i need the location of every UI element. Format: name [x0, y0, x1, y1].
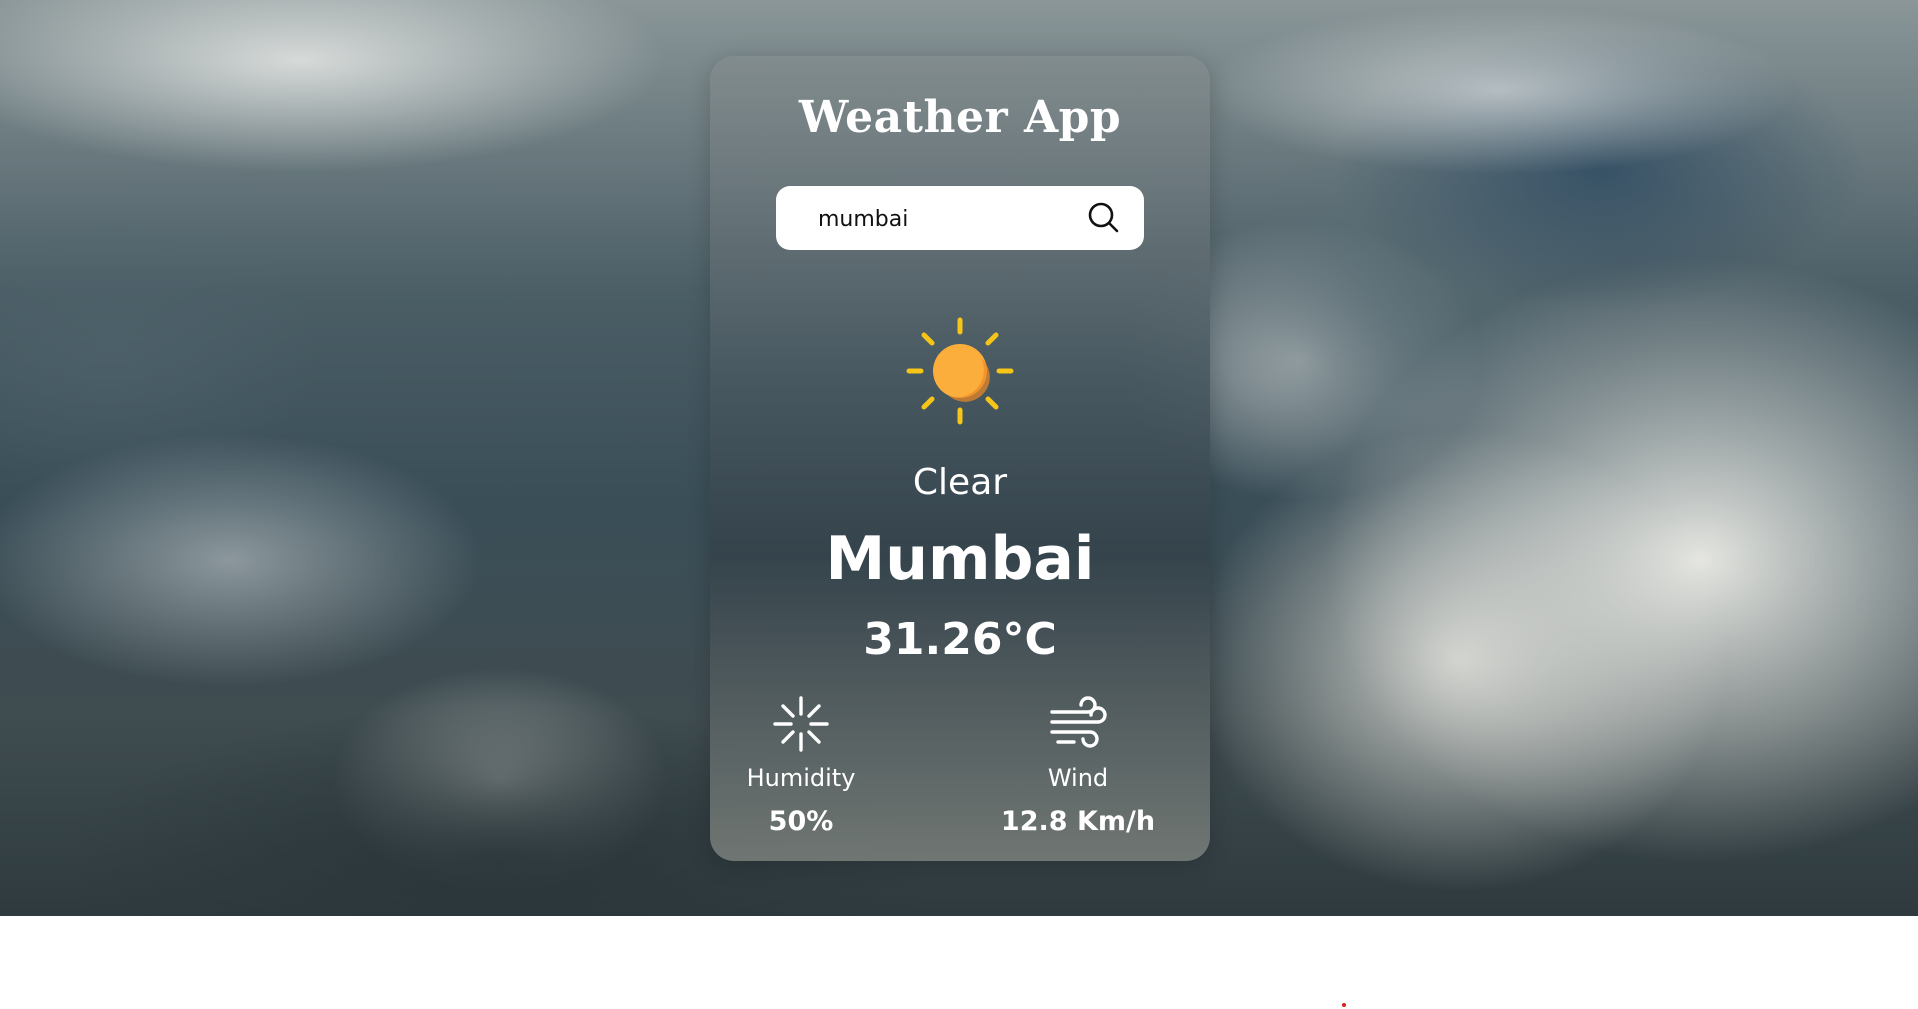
weather-condition: Clear	[912, 462, 1008, 503]
weather-card: Weather App Clear Mumbai	[710, 56, 1210, 861]
wind-value: 12.8 Km/h	[1000, 806, 1156, 837]
city-name: Mumbai	[825, 524, 1095, 594]
red-dot	[1342, 1003, 1346, 1007]
wind-icon	[1048, 694, 1108, 754]
temperature: 31.26°C	[863, 614, 1057, 665]
app-title: Weather App	[798, 92, 1122, 143]
humidity-value: 50%	[768, 806, 834, 837]
sun-icon	[903, 314, 1017, 428]
humidity-label: Humidity	[746, 764, 856, 792]
city-search-input[interactable]	[816, 186, 1070, 252]
humidity-icon	[771, 694, 831, 754]
search-icon[interactable]	[1086, 200, 1122, 236]
humidity-detail: Humidity 50%	[711, 694, 891, 837]
wind-label: Wind	[1047, 764, 1109, 792]
wind-detail: Wind 12.8 Km/h	[988, 694, 1168, 837]
search-bar	[776, 186, 1144, 252]
